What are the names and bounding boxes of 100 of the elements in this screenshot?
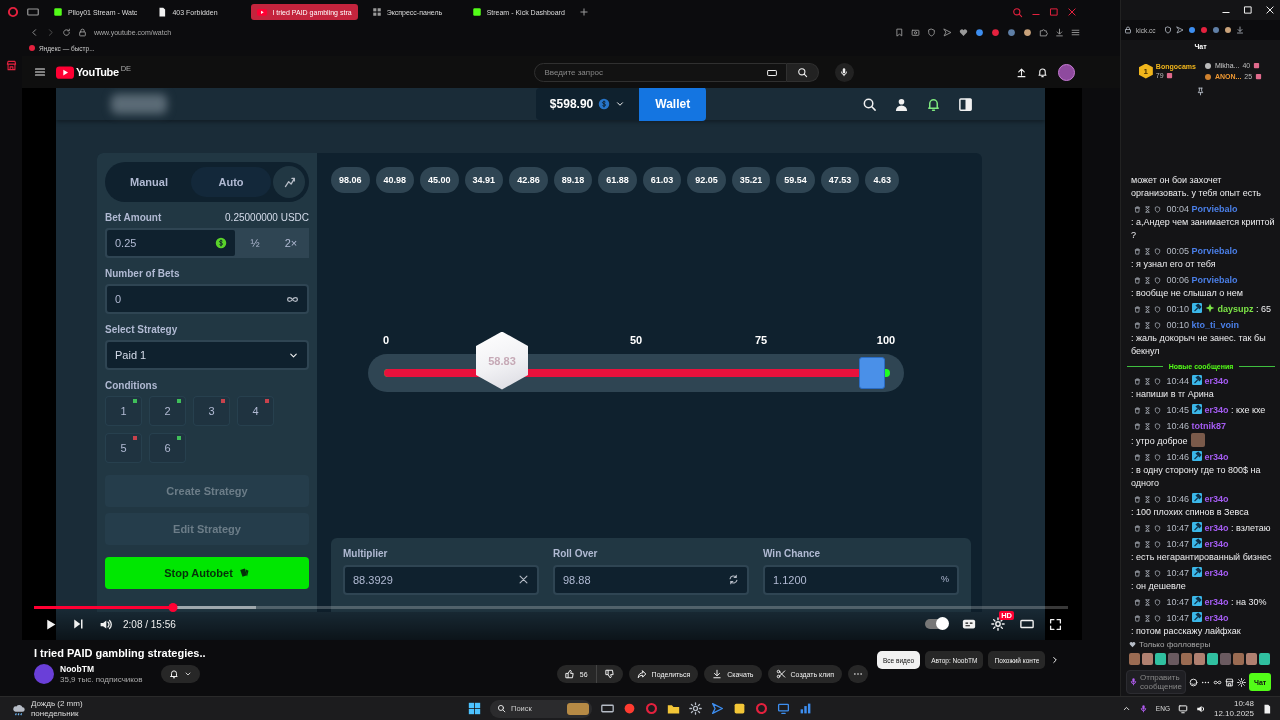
shield-icon[interactable] <box>1154 454 1161 461</box>
strategy-dropdown[interactable]: Paid 1 <box>105 340 309 370</box>
subscribe-bell-button[interactable] <box>160 665 200 683</box>
username[interactable]: er34o <box>1204 405 1229 415</box>
more-button[interactable] <box>848 665 868 683</box>
emote-placeholder[interactable] <box>1142 653 1153 665</box>
autoplay-toggle[interactable] <box>925 619 947 629</box>
shield-icon[interactable] <box>1154 570 1161 577</box>
monitor-icon[interactable] <box>1177 703 1188 714</box>
shield-icon[interactable] <box>1154 322 1161 329</box>
store-icon[interactable] <box>1225 677 1234 687</box>
clear-icon[interactable] <box>518 574 529 585</box>
trash-icon[interactable] <box>1134 615 1141 622</box>
hourglass-icon[interactable] <box>1144 525 1151 532</box>
download-icon[interactable] <box>1055 27 1064 37</box>
hourglass-icon[interactable] <box>1144 454 1151 461</box>
value-field[interactable]: 98.88 <box>553 565 749 595</box>
trash-icon[interactable] <box>1134 423 1141 430</box>
stop-autobet-button[interactable]: Stop Autobet <box>105 557 309 589</box>
send-icon[interactable] <box>943 27 952 37</box>
shield-icon[interactable] <box>1154 615 1161 622</box>
volume-icon[interactable] <box>99 617 112 631</box>
trash-icon[interactable] <box>1134 248 1141 255</box>
emote-placeholder[interactable] <box>1155 653 1166 665</box>
slider-thumb[interactable] <box>859 356 886 389</box>
theater-mode-icon[interactable] <box>1020 617 1034 631</box>
chevron-up-icon[interactable] <box>1121 704 1131 713</box>
hourglass-icon[interactable] <box>1144 599 1151 606</box>
fullscreen-icon[interactable] <box>1049 617 1062 631</box>
username[interactable]: er34o <box>1204 539 1229 549</box>
bookmark-icon[interactable] <box>895 27 904 37</box>
trash-icon[interactable] <box>1134 306 1141 313</box>
voice-search-button[interactable] <box>834 62 854 82</box>
menu-icon[interactable] <box>34 66 46 78</box>
hourglass-icon[interactable] <box>1144 206 1151 213</box>
hourglass-icon[interactable] <box>1144 496 1151 503</box>
send-icon[interactable] <box>1175 26 1184 34</box>
upload-icon[interactable] <box>1016 66 1027 78</box>
browser-icon[interactable] <box>623 702 636 715</box>
avatar[interactable] <box>1058 63 1075 81</box>
bet-amount-field[interactable]: 0.25 <box>105 228 237 258</box>
hourglass-icon[interactable] <box>1144 306 1151 313</box>
app-icon[interactable] <box>711 702 724 715</box>
username[interactable]: er34o <box>1204 452 1229 462</box>
username[interactable]: er34o <box>1204 523 1229 533</box>
app-icon[interactable] <box>777 702 790 715</box>
speaker-icon[interactable] <box>1195 703 1206 714</box>
username[interactable]: er34o <box>1204 613 1229 623</box>
emote-placeholder[interactable] <box>1233 653 1244 665</box>
condition-button[interactable]: 1 <box>105 396 142 426</box>
hourglass-icon[interactable] <box>1144 322 1151 329</box>
shield-icon[interactable] <box>1154 599 1161 606</box>
refresh-icon[interactable] <box>728 574 739 585</box>
slider-track[interactable] <box>368 353 904 392</box>
hourglass-icon[interactable] <box>1144 407 1151 414</box>
hourglass-icon[interactable] <box>1144 248 1151 255</box>
shield-icon[interactable] <box>1154 525 1161 532</box>
trash-icon[interactable] <box>1134 454 1141 461</box>
shield-icon[interactable] <box>1154 378 1161 385</box>
shield-icon[interactable] <box>1154 496 1161 503</box>
username[interactable]: er34o <box>1204 376 1229 386</box>
clock-time[interactable]: 10:48 <box>1233 698 1254 709</box>
clock-date[interactable]: 12.10.2025 <box>1213 708 1254 719</box>
emote-placeholder[interactable] <box>1246 653 1257 665</box>
browser-icon[interactable] <box>755 702 768 715</box>
hourglass-icon[interactable] <box>1144 615 1151 622</box>
start-icon[interactable] <box>468 702 481 715</box>
shield-icon[interactable] <box>1154 248 1161 255</box>
keyboard-icon[interactable] <box>766 67 777 78</box>
scrubber-handle[interactable] <box>168 603 178 612</box>
reload-icon[interactable] <box>62 27 71 37</box>
shield-icon[interactable] <box>1154 277 1161 284</box>
trash-icon[interactable] <box>1134 541 1141 548</box>
trash-icon[interactable] <box>1134 407 1141 414</box>
condition-button[interactable]: 4 <box>237 396 274 426</box>
username[interactable]: Porviebalo <box>1191 246 1238 256</box>
opera-logo-icon[interactable] <box>7 6 19 18</box>
trash-icon[interactable] <box>1134 525 1141 532</box>
wallet-button[interactable]: Wallet <box>639 88 707 121</box>
task-view-icon[interactable] <box>601 702 614 715</box>
user-icon[interactable] <box>894 96 909 112</box>
heart-icon[interactable] <box>959 27 968 37</box>
mode-tab[interactable]: Manual <box>109 167 189 197</box>
trash-icon[interactable] <box>1134 496 1141 503</box>
trash-icon[interactable] <box>1134 277 1141 284</box>
value-field[interactable]: 88.3929 <box>343 565 539 595</box>
shield-icon[interactable] <box>1154 541 1161 548</box>
workspace-icon[interactable] <box>27 6 39 18</box>
username[interactable]: kto_ti_voin <box>1191 320 1240 330</box>
search-icon[interactable] <box>862 96 877 112</box>
folder-icon[interactable] <box>667 702 680 715</box>
trash-icon[interactable] <box>1134 322 1141 329</box>
number-of-bets-field[interactable]: 0 <box>105 284 309 314</box>
trash-icon[interactable] <box>1134 378 1141 385</box>
balance-dropdown[interactable]: $598.90 <box>535 88 640 120</box>
username[interactable]: er34o <box>1204 568 1229 578</box>
back-icon[interactable] <box>30 27 39 37</box>
username[interactable]: Porviebalo <box>1191 275 1238 285</box>
microphone-icon[interactable] <box>1138 704 1148 713</box>
trash-icon[interactable] <box>1134 599 1141 606</box>
